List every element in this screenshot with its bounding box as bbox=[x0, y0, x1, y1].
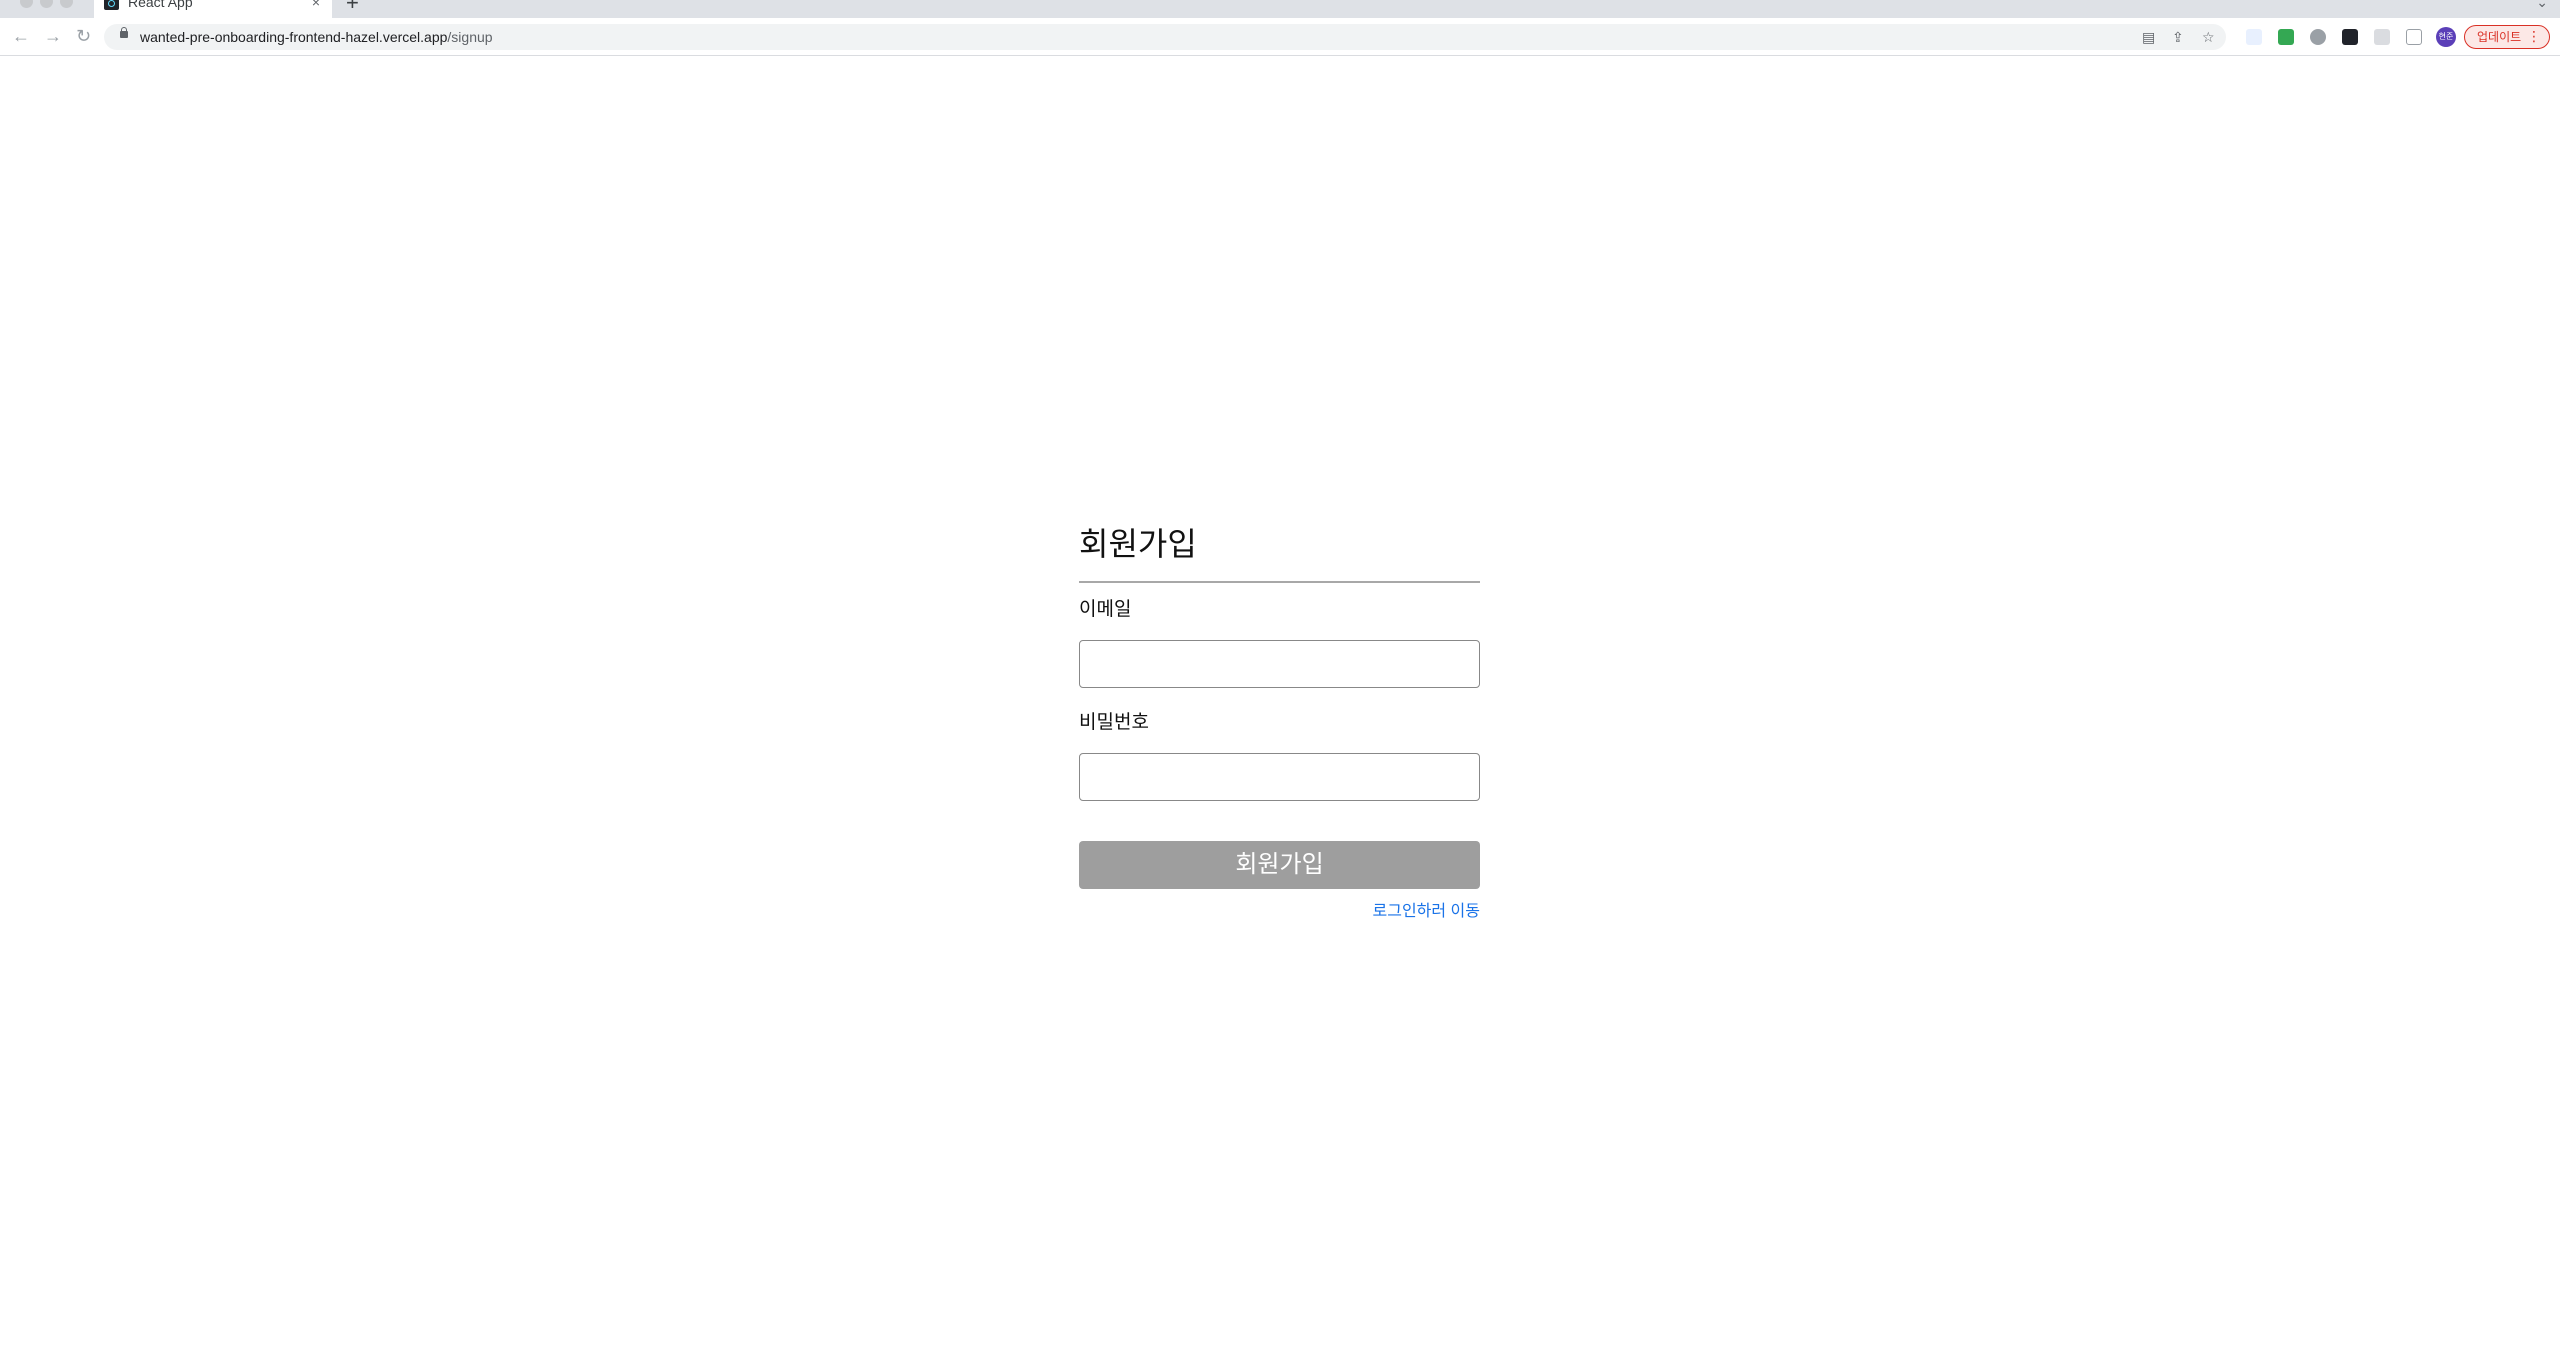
tab-title: React App bbox=[128, 0, 193, 10]
url-text[interactable]: wanted-pre-onboarding-frontend-hazel.ver… bbox=[140, 29, 493, 45]
extension-pen-icon[interactable] bbox=[2246, 29, 2262, 45]
new-tab-button[interactable]: + bbox=[346, 0, 359, 14]
reload-icon[interactable]: ↻ bbox=[76, 26, 91, 46]
forward-icon[interactable]: → bbox=[44, 26, 62, 46]
back-icon[interactable]: ← bbox=[12, 26, 30, 46]
bookmark-star-icon[interactable]: ☆ bbox=[2202, 28, 2215, 46]
page-title: 회원가입 bbox=[1079, 526, 1197, 562]
browser-tab[interactable]: React App × bbox=[94, 0, 332, 18]
email-input[interactable] bbox=[1079, 640, 1480, 688]
go-to-login-link[interactable]: 로그인하러 이동 bbox=[1373, 902, 1481, 922]
title-divider bbox=[1079, 581, 1480, 583]
update-label: 업데이트 bbox=[2477, 30, 2522, 44]
email-label: 이메일 bbox=[1079, 599, 1132, 620]
update-button[interactable]: 업데이트 ⋮ bbox=[2464, 25, 2550, 49]
react-favicon-icon bbox=[104, 0, 119, 10]
tab-search-icon[interactable]: ⌄ bbox=[2536, 0, 2548, 11]
minimize-window-icon[interactable] bbox=[40, 0, 53, 8]
extension-upload-icon[interactable] bbox=[2278, 29, 2294, 45]
browser-toolbar: ← → ↻ wanted-pre-onboarding-frontend-haz… bbox=[0, 18, 2560, 56]
extension-react-icon[interactable] bbox=[2342, 29, 2358, 45]
url-host: wanted-pre-onboarding-frontend-hazel.ver… bbox=[140, 29, 448, 45]
maximize-window-icon[interactable] bbox=[60, 0, 73, 8]
password-input[interactable] bbox=[1079, 753, 1480, 801]
extension-mic-icon[interactable] bbox=[2310, 29, 2326, 45]
url-path: /signup bbox=[447, 29, 493, 45]
lock-icon[interactable] bbox=[120, 27, 128, 38]
close-window-icon[interactable] bbox=[20, 0, 33, 8]
puzzle-icon[interactable] bbox=[2374, 29, 2390, 45]
translate-icon[interactable]: ▤ bbox=[2142, 28, 2155, 46]
sidepanel-icon[interactable] bbox=[2406, 29, 2422, 45]
share-icon[interactable]: ⇪ bbox=[2172, 28, 2184, 46]
password-label: 비밀번호 bbox=[1079, 712, 1149, 733]
signup-button[interactable]: 회원가입 bbox=[1079, 841, 1480, 889]
tab-strip: React App × + ⌄ bbox=[0, 0, 2560, 18]
address-bar[interactable]: wanted-pre-onboarding-frontend-hazel.ver… bbox=[104, 24, 2226, 50]
menu-dots-icon[interactable]: ⋮ bbox=[2527, 28, 2541, 44]
tab-close-icon[interactable]: × bbox=[312, 0, 320, 10]
profile-avatar[interactable]: 현준 bbox=[2436, 27, 2456, 47]
